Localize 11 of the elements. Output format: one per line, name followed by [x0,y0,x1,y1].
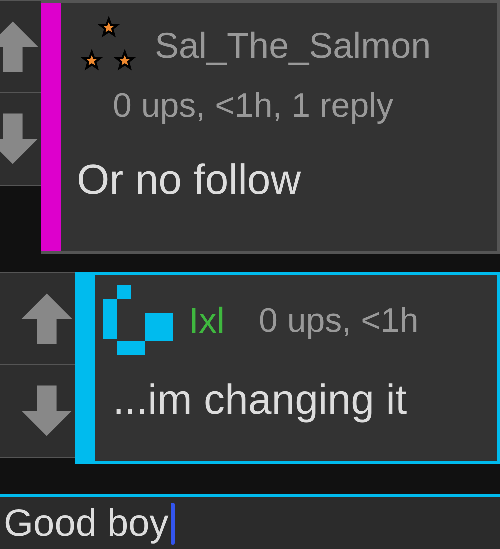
typed-text: Good boy [4,502,169,547]
comment-meta: 0 ups, <1h [259,304,419,338]
upvote-button[interactable] [0,272,75,365]
reply-input-field[interactable]: Good boy [0,494,500,549]
downvote-button[interactable] [0,365,75,458]
comment-meta: 0 ups, <1h, 1 reply [113,89,395,123]
username-link[interactable]: Ixl [189,303,225,339]
comment-text: Or no follow [77,159,302,201]
comment-text: ...im changing it [113,379,408,421]
text-caret [170,503,175,545]
username-link[interactable]: Sal_The_Salmon [155,28,432,64]
